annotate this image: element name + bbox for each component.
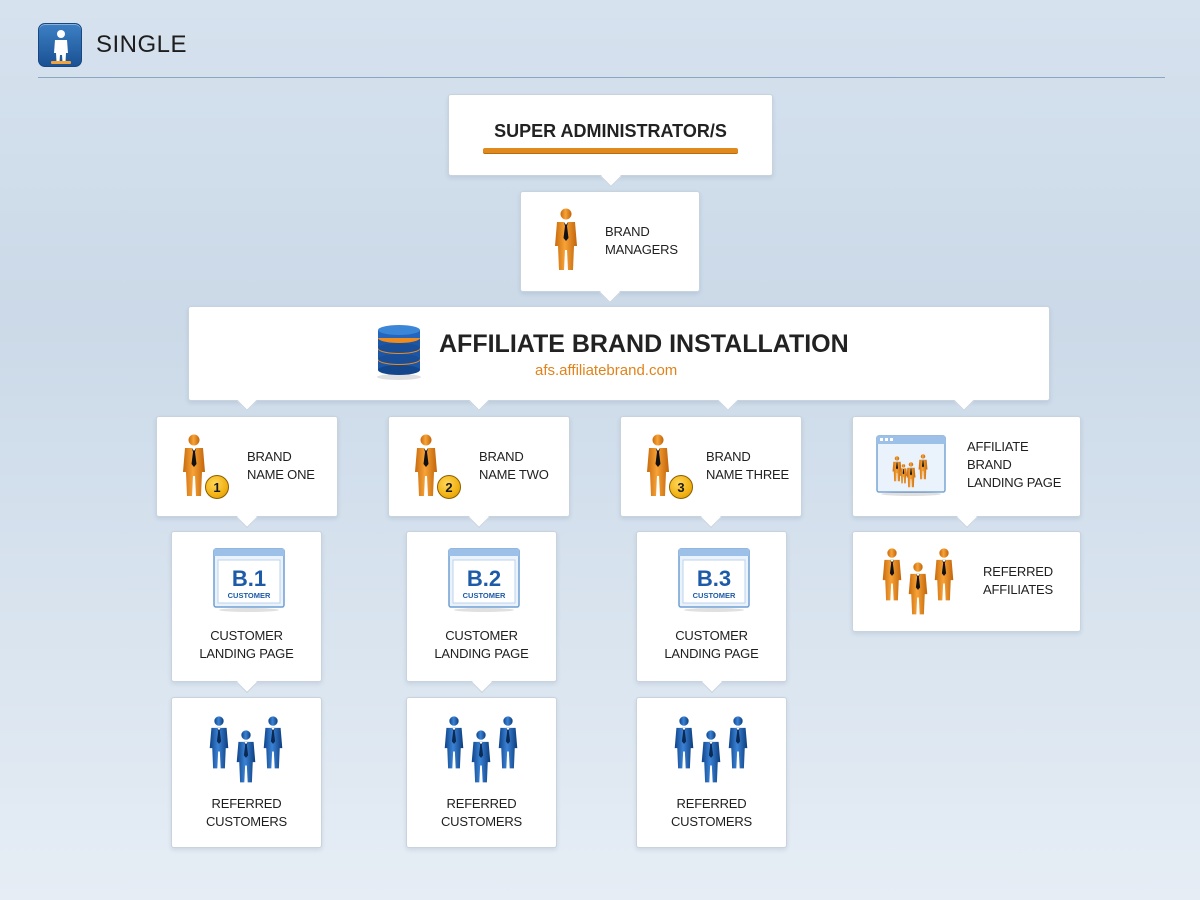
header-divider	[38, 77, 1165, 78]
label-line: BRAND	[706, 449, 751, 464]
label-line: CUSTOMERS	[205, 814, 288, 829]
brand-node-one: 1 BRAND NAME ONE	[156, 416, 338, 517]
group-people-icon	[882, 548, 954, 615]
customer-code-sub: CUSTOMER	[463, 591, 506, 600]
referred-customers-label: REFERRED CUSTOMERS	[637, 795, 786, 831]
customer-landing-label: CUSTOMER LANDING PAGE	[637, 627, 786, 663]
brand-name-label: BRAND NAME TWO	[479, 448, 549, 484]
affiliate-landing-label: AFFILIATE BRAND LANDING PAGE	[967, 438, 1061, 492]
referred-customers-label: REFERRED CUSTOMERS	[172, 795, 321, 831]
customer-code: B.1	[232, 566, 266, 591]
label-line: BRAND	[605, 224, 650, 239]
super-admin-node: SUPER ADMINISTRATOR/S	[448, 94, 773, 176]
person-icon	[551, 208, 581, 272]
brand-managers-label: BRAND MANAGERS	[605, 223, 678, 259]
installation-url[interactable]: afs.affiliatebrand.com	[535, 362, 677, 379]
label-line: NAME ONE	[247, 467, 315, 482]
label-line: CUSTOMERS	[670, 814, 753, 829]
referred-customers-node-three: REFERRED CUSTOMERS	[636, 697, 787, 848]
page-title: SINGLE	[96, 31, 188, 58]
label-line: LANDING PAGE	[967, 475, 1062, 490]
group-people-icon	[209, 716, 283, 783]
customer-landing-node-three: B.3 CUSTOMER CUSTOMER LANDING PAGE	[636, 531, 787, 682]
customer-page-icon: B.1 CUSTOMER	[213, 548, 285, 612]
single-user-icon	[38, 23, 82, 67]
referred-affiliates-label: REFERRED AFFILIATES	[977, 563, 1059, 599]
brand-node-three: 3 BRAND NAME THREE	[620, 416, 802, 517]
label-line: LANDING PAGE	[434, 646, 529, 661]
label-line: REFERRED	[446, 796, 517, 811]
brand-managers-node: BRAND MANAGERS	[520, 191, 700, 292]
referred-customers-node-one: REFERRED CUSTOMERS	[171, 697, 322, 848]
label-line: LANDING PAGE	[199, 646, 294, 661]
customer-landing-label: CUSTOMER LANDING PAGE	[172, 627, 321, 663]
label-line: CUSTOMERS	[440, 814, 523, 829]
label-line: NAME THREE	[706, 467, 789, 482]
label-line: CUSTOMER	[445, 628, 518, 643]
installation-title: AFFILIATE BRAND INSTALLATION	[439, 330, 849, 358]
super-admin-label: SUPER ADMINISTRATOR/S	[494, 121, 727, 141]
brand-node-two: 2 BRAND NAME TWO	[388, 416, 570, 517]
label-line: BRAND	[247, 449, 292, 464]
customer-landing-label: CUSTOMER LANDING PAGE	[407, 627, 556, 663]
label-line: BRAND	[967, 457, 1012, 472]
brand-number-badge: 2	[437, 475, 461, 499]
browser-window-icon	[876, 435, 946, 496]
page-header: SINGLE	[38, 22, 187, 68]
referred-customers-node-two: REFERRED CUSTOMERS	[406, 697, 557, 848]
label-line: NAME TWO	[479, 467, 549, 482]
brand-name-label: BRAND NAME THREE	[706, 448, 789, 484]
label-line: LANDING PAGE	[664, 646, 759, 661]
referred-customers-label: REFERRED CUSTOMERS	[407, 795, 556, 831]
installation-node: AFFILIATE BRAND INSTALLATION afs.affilia…	[188, 306, 1050, 401]
brand-name-label: BRAND NAME ONE	[247, 448, 315, 484]
group-people-icon	[444, 716, 518, 783]
affiliate-landing-node: AFFILIATE BRAND LANDING PAGE	[852, 416, 1081, 517]
customer-page-icon: B.3 CUSTOMER	[678, 548, 750, 612]
customer-code: B.3	[697, 566, 731, 591]
label-line: BRAND	[479, 449, 524, 464]
customer-code-sub: CUSTOMER	[228, 591, 271, 600]
customer-code: B.2	[467, 566, 501, 591]
customer-code-sub: CUSTOMER	[693, 591, 736, 600]
label-line: REFERRED	[983, 564, 1053, 579]
customer-page-icon: B.2 CUSTOMER	[448, 548, 520, 612]
label-line: REFERRED	[676, 796, 747, 811]
label-line: AFFILIATE	[967, 439, 1029, 454]
brand-number-badge: 3	[669, 475, 693, 499]
label-line: REFERRED	[211, 796, 282, 811]
group-people-icon	[674, 716, 748, 783]
label-line: MANAGERS	[605, 242, 678, 257]
label-line: CUSTOMER	[210, 628, 283, 643]
label-line: CUSTOMER	[675, 628, 748, 643]
brand-number-badge: 1	[205, 475, 229, 499]
database-icon	[377, 325, 421, 380]
customer-landing-node-one: B.1 CUSTOMER CUSTOMER LANDING PAGE	[171, 531, 322, 682]
referred-affiliates-node: REFERRED AFFILIATES	[852, 531, 1081, 632]
customer-landing-node-two: B.2 CUSTOMER CUSTOMER LANDING PAGE	[406, 531, 557, 682]
accent-underline	[483, 148, 738, 153]
label-line: AFFILIATES	[983, 582, 1053, 597]
